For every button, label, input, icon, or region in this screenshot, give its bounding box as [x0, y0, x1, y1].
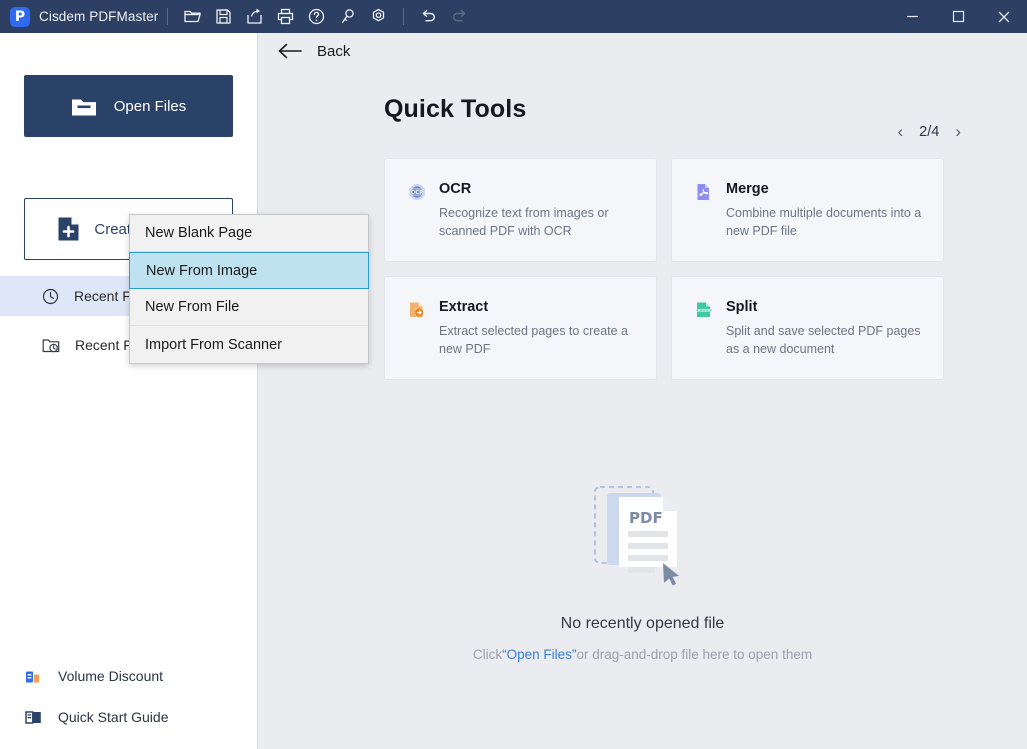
pager-next-button[interactable]: ›: [955, 123, 961, 140]
back-button[interactable]: Back: [277, 41, 350, 61]
empty-state-sub-suffix: or drag-and-drop file here to open them: [576, 647, 813, 662]
menu-item-label: Import From Scanner: [145, 336, 282, 353]
empty-state-sub-prefix: Click: [472, 647, 503, 662]
app-logo-letter: P: [14, 8, 26, 25]
tool-card-title: OCR: [439, 181, 472, 197]
quick-tools-card-grid: OCR OCR Recognize text from images or sc…: [384, 158, 944, 380]
back-label: Back: [317, 42, 351, 60]
help-icon[interactable]: [301, 1, 332, 32]
sidebar-item-quick-start-guide[interactable]: Quick Start Guide: [0, 700, 258, 734]
tool-card-description: Combine multiple documents into a new PD…: [726, 206, 922, 238]
sidebar-bottom-label: Volume Discount: [58, 668, 164, 684]
app-title: Cisdem PDFMaster: [39, 9, 159, 24]
clock-icon: [42, 288, 59, 304]
book-icon: [25, 710, 41, 724]
maximize-button[interactable]: [935, 0, 981, 33]
tool-card-title: Extract: [439, 299, 489, 315]
page-title: Quick Tools: [384, 95, 527, 123]
toolbar-divider-2: [403, 8, 405, 25]
quick-tools-pager: ‹ 2/4 ›: [897, 123, 961, 140]
tool-card-description: Split and save selected PDF pages as a n…: [726, 324, 921, 356]
menu-item-label: New Blank Page: [145, 225, 253, 241]
share-icon[interactable]: [239, 1, 270, 32]
sidebar-bottom-label: Quick Start Guide: [58, 709, 169, 725]
pdf-document-illustration: PDF: [583, 473, 703, 591]
empty-state-title: No recently opened file: [560, 615, 725, 632]
tool-card-title: Merge: [726, 181, 769, 197]
title-bar: P Cisdem PDFMaster: [0, 0, 1027, 33]
title-bar-toolbar: [177, 1, 475, 32]
menu-item-label: New From Image: [146, 262, 258, 279]
sidebar-item-volume-discount[interactable]: Volume Discount: [0, 659, 258, 693]
pager-prev-button[interactable]: ‹: [897, 123, 903, 140]
menu-item-label: New From File: [145, 299, 240, 315]
undo-icon[interactable]: [413, 1, 444, 32]
create-pdf-dropdown-menu: New Blank Page New From Image New From F…: [129, 214, 369, 364]
create-pdf-icon: [58, 217, 79, 241]
folder-clock-icon: [42, 338, 60, 352]
menu-item-import-from-scanner[interactable]: Import From Scanner: [130, 326, 368, 363]
tool-card-extract[interactable]: Extract Extract selected pages to create…: [384, 276, 657, 380]
svg-text:PDF: PDF: [629, 509, 663, 527]
menu-item-new-from-image[interactable]: New From Image: [129, 252, 369, 289]
split-icon: [696, 302, 712, 317]
tool-card-title: Split: [726, 299, 758, 315]
main-content: Back Quick Tools ‹ 2/4 › OCR OCR Recogni…: [258, 33, 1027, 749]
open-files-link[interactable]: “Open Files”: [502, 647, 576, 662]
print-icon[interactable]: [270, 1, 301, 32]
tool-card-description: Recognize text from images or scanned PD…: [439, 206, 609, 238]
merge-icon: [697, 184, 709, 200]
key-icon[interactable]: [332, 1, 363, 32]
tool-card-merge[interactable]: Merge Combine multiple documents into a …: [671, 158, 944, 262]
extract-icon: [410, 302, 424, 317]
pager-value: 2/4: [919, 123, 940, 140]
minimize-button[interactable]: [889, 0, 935, 33]
app-window: P Cisdem PDFMaster Open Files Create Rec…: [0, 0, 1027, 749]
save-icon[interactable]: [208, 1, 239, 32]
open-files-button[interactable]: Open Files: [24, 75, 233, 137]
tool-card-ocr[interactable]: OCR OCR Recognize text from images or sc…: [384, 158, 657, 262]
arrow-left-icon: [278, 43, 302, 59]
ocr-icon: OCR: [408, 184, 426, 200]
window-controls: [889, 0, 1027, 33]
volume-discount-icon: [26, 671, 40, 682]
open-files-label: Open Files: [113, 97, 187, 115]
menu-item-new-from-file[interactable]: New From File: [130, 289, 368, 326]
tool-card-description: Extract selected pages to create a new P…: [439, 324, 628, 356]
settings-icon[interactable]: [363, 1, 394, 32]
close-button[interactable]: [981, 0, 1027, 33]
open-folder-icon[interactable]: [177, 1, 208, 32]
empty-state: PDF No recently opened file Click“Open F…: [258, 473, 1027, 662]
sidebar: Open Files Create PDF Recent Files: [0, 33, 258, 749]
redo-icon[interactable]: [444, 1, 475, 32]
menu-item-new-blank-page[interactable]: New Blank Page: [130, 215, 368, 252]
app-logo-icon: P: [10, 6, 30, 27]
toolbar-divider-1: [167, 8, 169, 25]
folder-icon: [71, 99, 96, 115]
tool-card-split[interactable]: Split Split and save selected PDF pages …: [671, 276, 944, 380]
empty-state-subtitle: Click“Open Files”or drag-and-drop file h…: [258, 647, 1027, 662]
